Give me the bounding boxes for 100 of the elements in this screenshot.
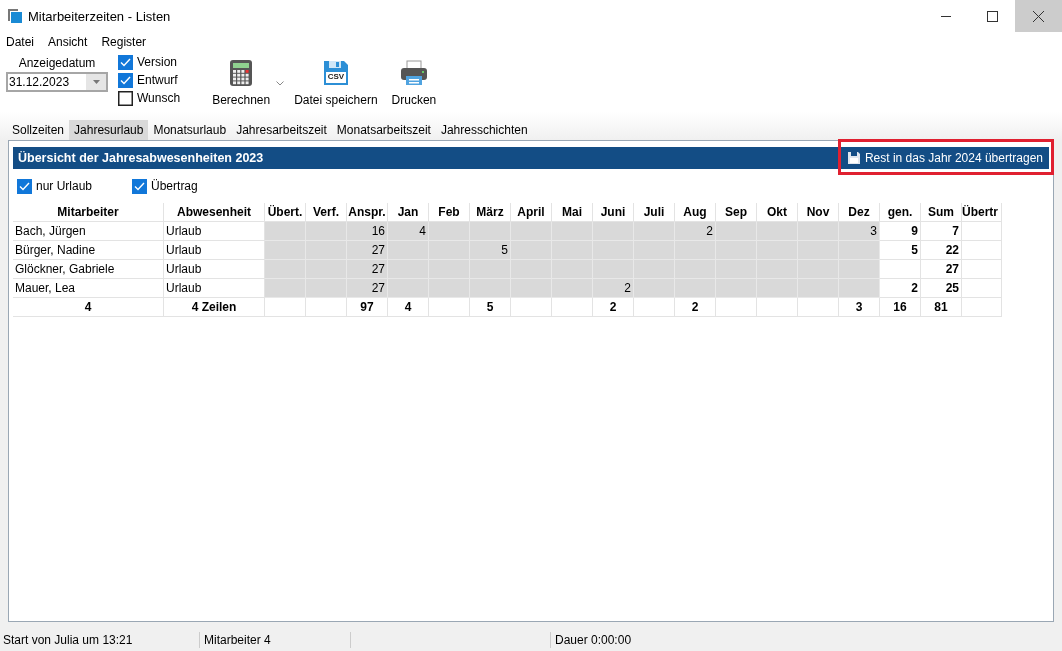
tab[interactable]: Monatsurlaub <box>148 120 232 140</box>
table-cell <box>511 222 552 241</box>
table-cell <box>634 279 675 298</box>
checkbox[interactable] <box>118 72 133 88</box>
total-cell <box>757 298 798 317</box>
table-cell <box>839 241 880 260</box>
table-cell <box>757 279 798 298</box>
table-cell <box>839 260 880 279</box>
table-cell: 25 <box>921 279 962 298</box>
tab[interactable]: Sollzeiten <box>7 120 70 140</box>
total-cell: 2 <box>593 298 634 317</box>
table-cell <box>265 241 306 260</box>
menu-item[interactable]: Datei <box>6 35 34 49</box>
date-dropdown[interactable]: 31.12.2023 <box>6 72 108 92</box>
icon-label: CSV <box>326 72 345 82</box>
table-cell: 2 <box>593 279 634 298</box>
table-cell <box>265 279 306 298</box>
table-cell: 2 <box>675 222 716 241</box>
status-text: Mitarbeiter 4 <box>200 632 351 648</box>
checkbox[interactable] <box>118 90 133 106</box>
table-cell: 27 <box>921 260 962 279</box>
table-cell <box>470 222 511 241</box>
tab[interactable]: Monatsarbeitszeit <box>331 120 436 140</box>
checkbox-label: Übertrag <box>151 179 198 193</box>
column-header[interactable]: Sum <box>921 203 962 222</box>
printer-icon <box>399 60 428 86</box>
table-cell <box>429 279 470 298</box>
total-cell <box>552 298 593 317</box>
table-cell <box>470 279 511 298</box>
table-cell: 27 <box>347 241 388 260</box>
table-cell <box>716 222 757 241</box>
status-text: Dauer 0:00:00 <box>554 632 632 648</box>
table-cell: 7 <box>921 222 962 241</box>
table-cell <box>306 279 347 298</box>
table-cell: 9 <box>880 222 921 241</box>
window-title: Mitarbeiterzeiten - Listen <box>28 8 171 24</box>
checkbox-label: Entwurf <box>137 73 178 87</box>
toolbar-button[interactable]: Berechnen <box>208 55 275 109</box>
menu-item[interactable]: Register <box>101 35 147 49</box>
table-cell <box>306 222 347 241</box>
status-text: Start von Julia um 13:21 <box>0 632 200 648</box>
total-cell <box>634 298 675 317</box>
dropdown-arrow-icon <box>92 80 100 84</box>
table-cell: 4 <box>388 222 429 241</box>
total-cell <box>265 298 306 317</box>
table-cell: Bach, Jürgen <box>13 222 164 241</box>
column-header[interactable]: Abwesenheit <box>164 203 265 222</box>
close-icon <box>1033 10 1044 22</box>
checkbox-label: Version <box>137 55 178 69</box>
column-header[interactable]: gen. <box>880 203 921 222</box>
toolbar-button[interactable]: CSV Datei speichern <box>290 55 382 109</box>
table-cell <box>675 279 716 298</box>
table-cell <box>880 260 921 279</box>
menu-item[interactable]: Ansicht <box>48 35 88 49</box>
total-cell <box>511 298 552 317</box>
table-cell <box>593 222 634 241</box>
table-cell: 27 <box>347 279 388 298</box>
tab[interactable]: Jahresarbeitszeit <box>231 120 332 140</box>
table-cell <box>552 222 593 241</box>
total-cell: 4 Zeilen <box>164 298 265 317</box>
table-cell: 5 <box>470 241 511 260</box>
total-cell: 97 <box>347 298 388 317</box>
column-header[interactable]: Mitarbeiter <box>13 203 164 222</box>
table-cell <box>265 222 306 241</box>
table-cell <box>962 279 1002 298</box>
transfer-button[interactable]: Rest in das Jahr 2024 übertragen <box>841 147 1049 169</box>
table-cell <box>962 260 1002 279</box>
total-cell: 4 <box>388 298 429 317</box>
checkbox-label: Wunsch <box>137 91 181 105</box>
floppy-icon <box>847 152 860 164</box>
tab[interactable]: Jahresschichten <box>435 120 533 140</box>
checkbox[interactable] <box>118 54 133 70</box>
calculator-icon <box>229 59 254 87</box>
column-header[interactable]: Übertr <box>962 203 1002 222</box>
table-cell <box>552 279 593 298</box>
total-cell: 3 <box>839 298 880 317</box>
total-cell <box>306 298 347 317</box>
total-cell: 81 <box>921 298 962 317</box>
date-label: Anzeigedatum <box>18 56 96 72</box>
toolbar-button[interactable]: Drucken <box>387 55 441 109</box>
checkbox[interactable] <box>132 178 148 194</box>
table-cell <box>429 222 470 241</box>
table-cell: 3 <box>839 222 880 241</box>
table-cell <box>757 222 798 241</box>
table-cell: 22 <box>921 241 962 260</box>
table-cell: 2 <box>880 279 921 298</box>
table-cell <box>716 279 757 298</box>
table-cell <box>634 222 675 241</box>
table-cell: 16 <box>347 222 388 241</box>
total-cell: 4 <box>13 298 164 317</box>
total-cell <box>429 298 470 317</box>
app-icon <box>8 9 22 23</box>
checkbox[interactable] <box>17 178 32 194</box>
panel-title: Übersicht der Jahresabwesenheiten 2023 <box>18 151 264 165</box>
checkbox-label: nur Urlaub <box>36 179 93 193</box>
table-cell: 5 <box>880 241 921 260</box>
table-cell: Glöckner, Gabriele <box>13 260 164 279</box>
tab[interactable]: Jahresurlaub <box>69 120 149 140</box>
table-cell: 27 <box>347 260 388 279</box>
total-cell <box>716 298 757 317</box>
